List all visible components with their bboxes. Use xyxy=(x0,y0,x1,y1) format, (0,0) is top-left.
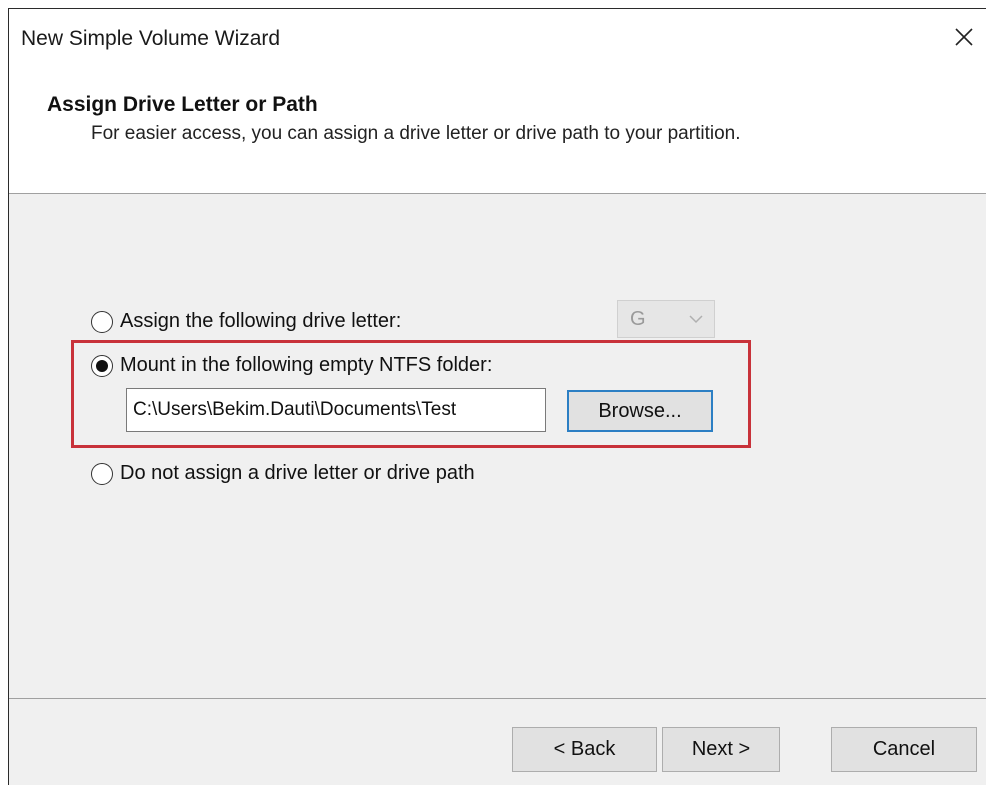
close-button[interactable] xyxy=(942,15,986,59)
no-assign-option[interactable]: Do not assign a drive letter or drive pa… xyxy=(91,462,475,485)
no-assign-label: Do not assign a drive letter or drive pa… xyxy=(120,462,475,484)
mount-folder-radio[interactable] xyxy=(91,354,113,377)
wizard-window: New Simple Volume Wizard Assign Drive Le… xyxy=(8,8,986,785)
window-title: New Simple Volume Wizard xyxy=(21,27,281,50)
footer-divider xyxy=(9,698,986,699)
cancel-button[interactable]: Cancel xyxy=(831,727,977,772)
assign-drive-letter-label: Assign the following drive letter: xyxy=(120,310,402,332)
radio-selected-dot xyxy=(96,359,108,372)
chevron-down-icon xyxy=(689,315,703,324)
back-button[interactable]: < Back xyxy=(512,727,657,772)
title-bar: New Simple Volume Wizard xyxy=(9,9,986,69)
assign-drive-letter-radio[interactable] xyxy=(91,310,113,333)
assign-drive-letter-option[interactable]: Assign the following drive letter: xyxy=(91,310,401,333)
next-button[interactable]: Next > xyxy=(662,727,780,772)
browse-button[interactable]: Browse... xyxy=(567,390,713,432)
page-subtitle: For easier access, you can assign a driv… xyxy=(91,123,741,144)
no-assign-radio[interactable] xyxy=(91,462,113,485)
wizard-content: Assign the following drive letter: G Mou… xyxy=(9,194,986,699)
page-title: Assign Drive Letter or Path xyxy=(47,93,318,116)
close-icon xyxy=(955,28,973,46)
wizard-header: Assign Drive Letter or Path For easier a… xyxy=(9,69,986,194)
mount-folder-option[interactable]: Mount in the following empty NTFS folder… xyxy=(91,354,492,377)
drive-letter-select[interactable]: G xyxy=(617,300,715,338)
mount-folder-label: Mount in the following empty NTFS folder… xyxy=(120,354,493,376)
drive-letter-value: G xyxy=(630,307,646,330)
folder-path-input[interactable] xyxy=(126,388,546,432)
